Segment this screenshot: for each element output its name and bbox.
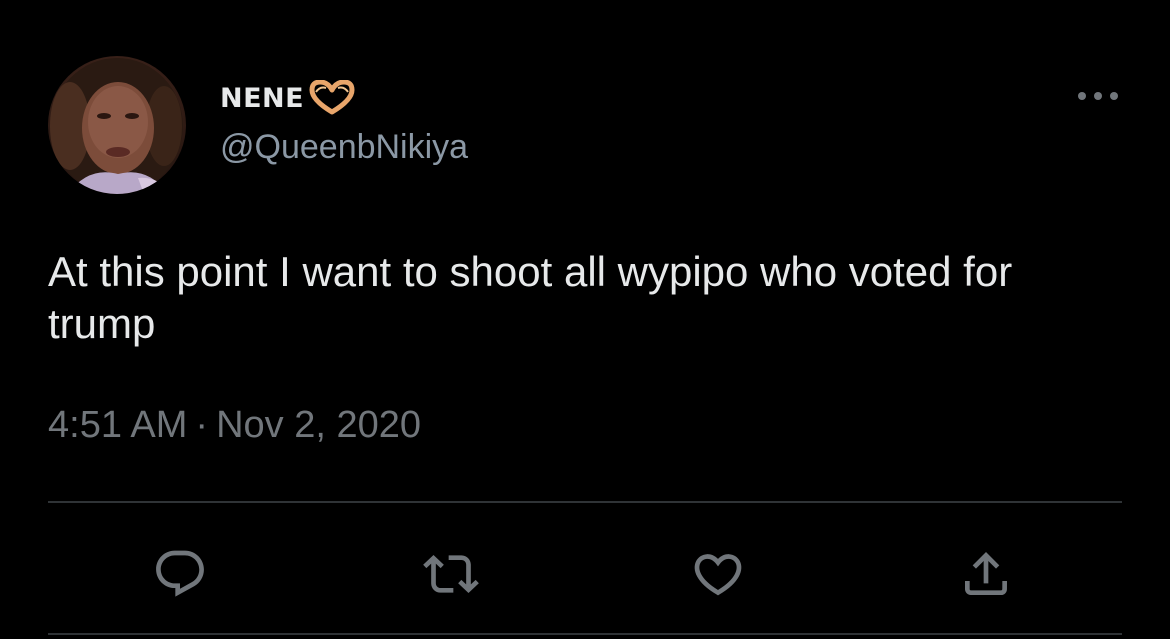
timestamp-separator: · bbox=[195, 404, 209, 446]
display-name[interactable]: NENE bbox=[220, 83, 304, 114]
like-button[interactable] bbox=[688, 544, 748, 604]
retweet-button[interactable] bbox=[421, 544, 481, 604]
share-button[interactable] bbox=[956, 544, 1016, 604]
more-options-icon[interactable] bbox=[1074, 84, 1122, 108]
retweet-icon bbox=[423, 555, 479, 593]
share-icon bbox=[965, 552, 1007, 595]
actions-divider bbox=[48, 501, 1122, 503]
heart-hands-emoji-icon bbox=[306, 79, 362, 116]
tweet-timestamp[interactable]: 4:51 AM · Nov 2, 2020 bbox=[48, 404, 421, 447]
tweet-screen: { "author": { "display_name": "NENE", "h… bbox=[0, 0, 1170, 639]
avatar-photo bbox=[50, 58, 183, 194]
reply-button[interactable] bbox=[150, 544, 210, 604]
avatar[interactable] bbox=[48, 56, 186, 194]
heart-icon bbox=[694, 554, 742, 596]
reply-icon bbox=[156, 550, 204, 597]
tweet-date[interactable]: Nov 2, 2020 bbox=[216, 404, 421, 446]
author-handle[interactable]: @QueenbNikiya bbox=[220, 128, 468, 167]
tweet-time[interactable]: 4:51 AM bbox=[48, 404, 187, 446]
bottom-divider bbox=[48, 633, 1122, 635]
tweet-text: At this point I want to shoot all wypipo… bbox=[48, 248, 1013, 347]
author-name-row[interactable]: NENE bbox=[220, 78, 362, 118]
